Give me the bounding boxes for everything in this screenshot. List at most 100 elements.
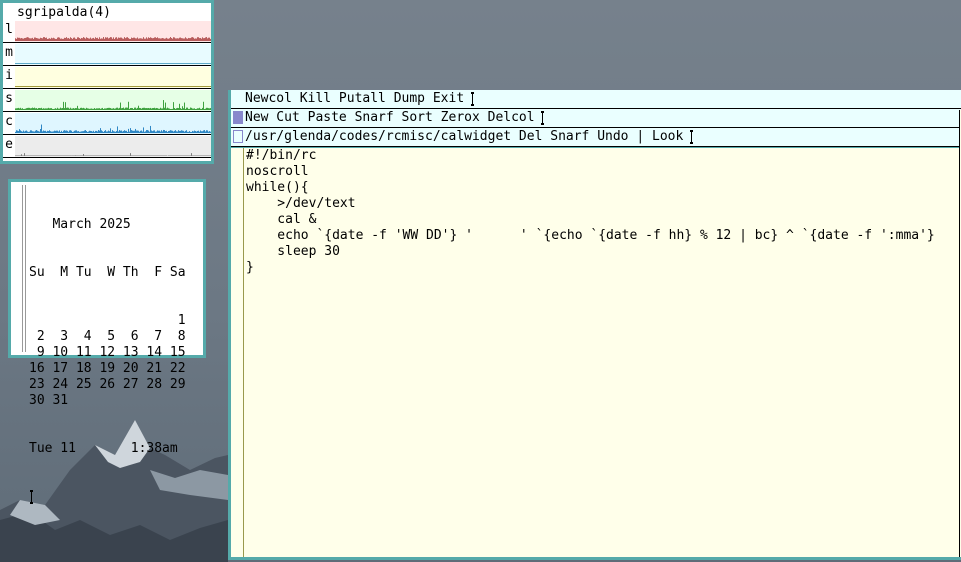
stats-bar [44,155,45,156]
stats-bar [193,108,194,110]
stats-bar [166,108,167,110]
column-layout-box[interactable] [233,111,243,124]
calendar-week: 30 31 [29,393,69,408]
code-line[interactable]: echo `{date -f 'WW DD'} ' ' `{echo `{dat… [246,228,934,244]
stats-bar [82,131,83,133]
calendar-scrollbar[interactable] [22,185,23,352]
stats-bar [51,86,52,87]
stats-bar [119,130,120,133]
stats-bar [207,130,208,133]
stats-bar [15,63,16,64]
stats-bar [106,155,107,156]
stats-bar [109,86,110,87]
window-tag-text[interactable]: /usr/glenda/codes/rcmisc/calwidget Del S… [245,129,691,144]
code-line[interactable]: sleep 30 [246,244,935,260]
window-tag[interactable]: /usr/glenda/codes/rcmisc/calwidget Del S… [231,128,960,147]
editor-scrollbar[interactable] [231,148,244,557]
stats-bar [22,63,23,64]
stats-bar [207,155,208,156]
stats-bar [121,37,122,41]
stats-window[interactable]: sgripalda(4) lmisce [0,0,214,164]
code-line[interactable]: } [246,260,935,276]
editor-body[interactable]: #!/bin/rc noscroll while(){ >/dev/text cal… [231,148,960,557]
stats-bar [129,131,130,133]
stats-bar [126,37,127,41]
stats-bar [194,108,195,110]
stats-bar [28,86,29,87]
stats-bar [118,131,119,133]
stats-bar [40,129,41,133]
stats-bar [133,130,134,133]
stats-bar [20,107,21,110]
stats-bar [20,86,21,87]
calendar-panel: March 2025 Su M Tu W Th F Sa 1 2 3 4 5 6… [11,182,203,504]
stats-bar [166,155,167,156]
column-tag-text[interactable]: New Cut Paste Snarf Sort Zerox Delcol [245,110,542,125]
stats-bar [191,107,192,110]
code-line[interactable]: noscroll [246,164,935,180]
stats-bar [178,108,179,110]
stats-bar [198,37,199,41]
stats-bar [55,108,56,110]
stats-bar [177,86,178,87]
stats-bar [22,86,23,87]
stats-bar [158,108,159,110]
stats-bar [184,102,185,110]
stats-bar [34,131,35,133]
code-line[interactable]: while(){ [246,180,935,196]
stats-bar [125,63,126,64]
stats-bar [91,38,92,41]
code-line[interactable]: #!/bin/rc [246,148,935,164]
column-tag[interactable]: New Cut Paste Snarf Sort Zerox Delcol [231,109,961,128]
stats-bar [117,38,118,41]
window-layout-box[interactable] [233,130,243,143]
stats-bar [88,63,89,64]
stats-bar [129,108,130,110]
stats-bar [139,155,140,156]
stats-bar [38,108,39,110]
stats-bar [131,63,132,64]
stats-bar [125,38,126,41]
stats-bar [41,107,42,110]
stats-bar [29,155,30,156]
stats-bar [205,37,206,41]
stats-bar [158,38,159,41]
stats-bar [29,38,30,41]
stats-bar [95,130,96,133]
stats-bar [58,63,59,64]
code-line[interactable]: >/dev/text [246,196,935,212]
main-tag[interactable]: Newcol Kill Putall Dump Exit [231,90,961,109]
acme-window[interactable]: Newcol Kill Putall Dump Exit New Cut Pas… [228,90,961,560]
calendar-week: 16 17 18 19 20 21 22 [29,361,186,376]
stats-bar [196,86,197,87]
stats-bar [161,155,162,156]
stats-bar [151,108,152,110]
stats-bar [189,38,190,41]
editor-text[interactable]: #!/bin/rc noscroll while(){ >/dev/text cal… [246,148,935,276]
stats-bar [24,153,25,156]
stats-bar [208,131,209,133]
stats-bar [120,63,121,64]
calendar-window[interactable]: March 2025 Su M Tu W Th F Sa 1 2 3 4 5 6… [8,179,206,504]
main-tag-text[interactable]: Newcol Kill Putall Dump Exit [245,91,472,106]
stats-bar [101,38,102,41]
stats-bar [49,63,50,64]
stats-bar [200,37,201,41]
stats-bar [169,86,170,87]
stats-bar [195,108,196,110]
stats-bar [64,63,65,64]
stats-bar [58,108,59,110]
stats-bar [46,86,47,87]
stats-bar [99,37,100,41]
stats-bar [71,38,72,41]
stats-bar [208,37,209,41]
stats-bar [187,63,188,64]
stats-bar [48,107,49,110]
stats-bar [60,155,61,156]
stats-bar [200,155,201,156]
stats-bar [127,131,128,133]
stats-bar [124,63,125,64]
stats-bar [76,130,77,133]
code-line[interactable]: cal & [246,212,935,228]
stats-graph [15,136,211,158]
